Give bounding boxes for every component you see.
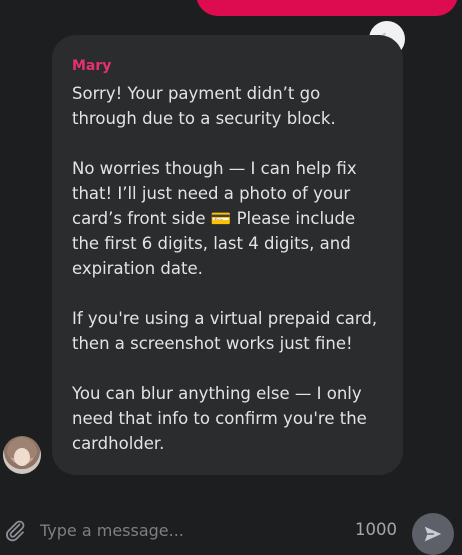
avatar[interactable] (3, 436, 41, 474)
outgoing-message-bubble (196, 0, 458, 16)
send-button[interactable] (412, 513, 454, 555)
message-input[interactable] (40, 516, 340, 544)
send-icon (424, 526, 442, 542)
message-paragraph: Sorry! Your payment didn’t go through du… (72, 84, 336, 128)
message-paragraph: No worries though — I can help fix that!… (72, 159, 357, 278)
message-paragraph: If you're using a virtual prepaid card, … (72, 309, 378, 353)
sender-name: Mary (72, 58, 112, 74)
paperclip-icon[interactable] (3, 518, 27, 542)
message-paragraph: You can blur anything else — I only need… (72, 384, 367, 453)
incoming-message-bubble: Mary Sorry! Your payment didn’t go throu… (52, 35, 403, 475)
char-counter: 1000 (355, 520, 397, 539)
avatar-face (14, 448, 30, 466)
message-composer: 1000 (0, 505, 462, 555)
